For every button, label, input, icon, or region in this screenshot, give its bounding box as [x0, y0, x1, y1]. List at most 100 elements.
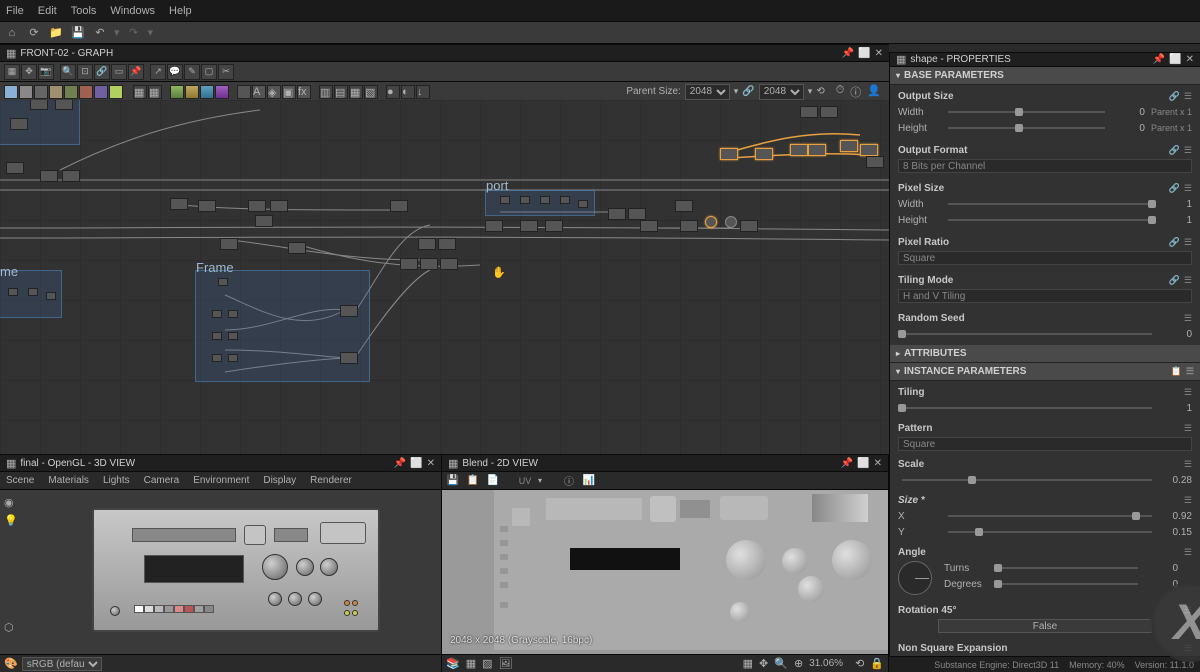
user-icon[interactable]: 👤 — [867, 84, 881, 100]
node[interactable] — [8, 288, 18, 296]
menu-windows[interactable]: Windows — [110, 5, 155, 17]
node[interactable] — [212, 310, 222, 318]
gradient-3[interactable] — [200, 85, 214, 99]
copy-icon[interactable]: 📋 — [1171, 366, 1182, 377]
tool-fit-icon[interactable]: ⊡ — [77, 64, 93, 80]
tiling-mode-dropdown[interactable]: H and V Tiling — [898, 289, 1192, 303]
info-icon[interactable]: ⓘ — [850, 84, 861, 100]
maximize-icon[interactable]: ⬜ — [1169, 54, 1181, 65]
timing-icon[interactable]: ⏱ — [836, 84, 845, 100]
menu-icon[interactable]: ☰ — [1184, 387, 1192, 398]
swatch-5[interactable] — [64, 85, 78, 99]
menu-icon[interactable]: ☰ — [1184, 183, 1192, 194]
pattern-dropdown[interactable]: Square — [898, 437, 1192, 451]
px-height-slider[interactable] — [948, 219, 1152, 221]
section-attributes[interactable]: ▸ ATTRIBUTES — [890, 345, 1200, 363]
menu-camera[interactable]: Camera — [144, 475, 180, 486]
info-icon[interactable]: ⓘ — [562, 474, 576, 488]
menu-environment[interactable]: Environment — [193, 475, 249, 486]
rotation45-button[interactable]: False — [938, 619, 1152, 633]
node[interactable] — [420, 258, 438, 270]
graph-canvas[interactable]: me port Frame — [0, 100, 889, 454]
node[interactable] — [390, 200, 408, 212]
node[interactable] — [438, 238, 456, 250]
node[interactable] — [40, 170, 58, 182]
node[interactable] — [228, 332, 238, 340]
tool-move-icon[interactable]: ✥ — [21, 64, 37, 80]
node[interactable] — [640, 220, 658, 232]
display-3-icon[interactable]: ↓ — [416, 85, 430, 99]
swatch-7[interactable] — [94, 85, 108, 99]
menu-edit[interactable]: Edit — [38, 5, 57, 17]
atomic-bitmap-icon[interactable]: ▣ — [282, 85, 296, 99]
swatch-3[interactable] — [34, 85, 48, 99]
tool-zoom-icon[interactable]: 🔍 — [60, 64, 76, 80]
pixel-ratio-dropdown[interactable]: Square — [898, 251, 1192, 265]
node[interactable] — [820, 106, 838, 118]
close-icon[interactable]: ✕ — [427, 458, 435, 469]
menu-icon[interactable]: ☰ — [1184, 423, 1192, 434]
menu-help[interactable]: Help — [169, 5, 192, 17]
node[interactable] — [220, 238, 238, 250]
tool-route-icon[interactable]: ↗ — [150, 64, 166, 80]
scale-slider[interactable] — [902, 479, 1152, 481]
home-icon[interactable]: ⌂ — [4, 25, 20, 41]
alpha-icon[interactable]: ▨ — [482, 657, 492, 670]
size-y-slider[interactable] — [948, 531, 1152, 533]
random-seed-slider[interactable] — [902, 333, 1152, 335]
paste-icon[interactable]: 📄 — [486, 474, 500, 488]
menu-icon[interactable]: ☰ — [1184, 547, 1192, 558]
save-image-icon[interactable]: 💾 — [446, 474, 460, 488]
node[interactable] — [790, 144, 808, 156]
menu-icon[interactable]: ☰ — [1184, 145, 1192, 156]
node[interactable] — [62, 170, 80, 182]
node[interactable] — [840, 140, 858, 152]
atomic-svg-icon[interactable]: ◈ — [267, 85, 281, 99]
node[interactable] — [212, 332, 222, 340]
menu-icon[interactable]: ☰ — [1184, 605, 1192, 616]
pin-icon[interactable]: 📌 — [1153, 54, 1165, 65]
size-x-slider[interactable] — [948, 515, 1152, 517]
node[interactable] — [560, 196, 570, 204]
display-1-icon[interactable]: ● — [386, 85, 400, 99]
colorspace-select[interactable]: sRGB (default) — [22, 657, 102, 671]
menu-icon[interactable]: ☰ — [1184, 91, 1192, 102]
px-width-slider[interactable] — [948, 203, 1152, 205]
swatch-4[interactable] — [49, 85, 63, 99]
layout-2-icon[interactable]: ▤ — [334, 85, 348, 99]
menu-icon[interactable]: ☰ — [1186, 366, 1194, 377]
undo-icon[interactable]: ↶ — [92, 25, 108, 41]
node[interactable] — [545, 220, 563, 232]
node[interactable] — [248, 200, 266, 212]
menu-icon[interactable]: ☰ — [1184, 313, 1192, 324]
link-icon[interactable]: 🔗 — [1169, 275, 1180, 286]
menu-materials[interactable]: Materials — [48, 475, 89, 486]
channel-icon[interactable]: ▦ — [466, 657, 476, 670]
node[interactable] — [500, 196, 510, 204]
node[interactable] — [46, 292, 56, 300]
parent-size-width[interactable]: 2048 — [685, 84, 730, 100]
menu-icon[interactable]: ☰ — [1184, 459, 1192, 470]
section-instance-params[interactable]: ▾ INSTANCE PARAMETERS 📋☰ — [890, 363, 1200, 381]
node[interactable] — [10, 118, 28, 130]
node[interactable] — [418, 238, 436, 250]
menu-tools[interactable]: Tools — [71, 5, 97, 17]
lock-icon[interactable]: 🔒 — [870, 657, 884, 670]
viewport-3d[interactable]: ◉ 💡 ⬡ — [0, 490, 441, 654]
menu-icon[interactable]: ☰ — [1184, 495, 1192, 506]
node[interactable] — [485, 220, 503, 232]
redo-icon[interactable]: ↷ — [126, 25, 142, 41]
gradient-2[interactable] — [185, 85, 199, 99]
zoom-reset-icon[interactable]: ⟲ — [855, 657, 864, 670]
copy-icon[interactable]: 📋 — [466, 474, 480, 488]
node[interactable] — [608, 208, 626, 220]
angle-dial[interactable] — [898, 561, 932, 595]
pin-icon[interactable]: 📌 — [394, 458, 406, 469]
atomic-text-icon[interactable]: A — [252, 85, 266, 99]
link-icon[interactable]: 🔗 — [1169, 183, 1180, 194]
node[interactable] — [680, 220, 698, 232]
histogram-icon[interactable]: 📊 — [582, 474, 596, 488]
turns-slider[interactable] — [998, 567, 1138, 569]
zoom-tool-icon[interactable]: 🔍 — [774, 657, 788, 670]
node[interactable] — [288, 242, 306, 254]
